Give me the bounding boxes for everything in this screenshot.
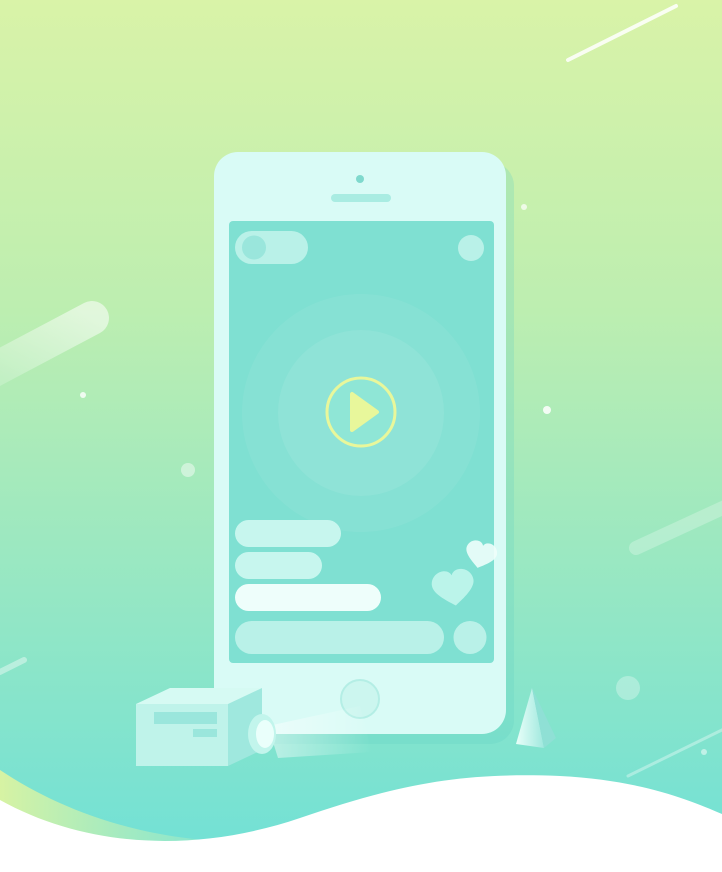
host-avatar [242, 235, 266, 260]
chat-message-1 [235, 520, 341, 547]
illustration-svg [0, 0, 722, 872]
camera-dot [356, 175, 364, 183]
chat-message-3 [235, 584, 381, 611]
phone [214, 152, 514, 744]
chat-message-2 [235, 552, 322, 579]
send-button[interactable] [453, 621, 487, 654]
speaker-icon [331, 194, 391, 202]
close-icon[interactable] [458, 235, 484, 261]
comment-input[interactable] [235, 621, 444, 654]
illustration-scene [0, 0, 722, 872]
